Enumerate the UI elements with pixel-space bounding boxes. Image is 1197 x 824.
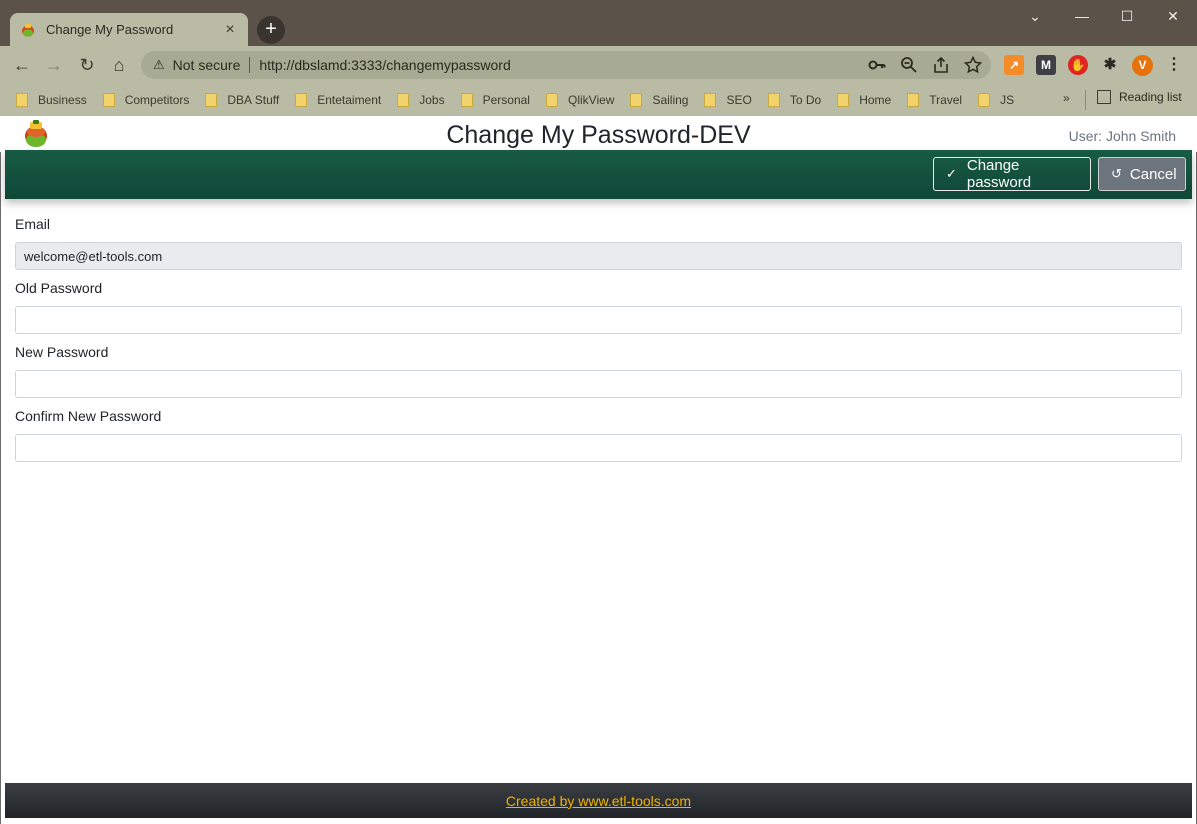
bookmark-competitors[interactable]: Competitors	[102, 93, 189, 107]
change-password-form: Email Old Password New Password Confirm …	[15, 214, 1182, 470]
bookmark-home[interactable]: Home	[837, 93, 891, 107]
change-password-button[interactable]: ✓ Change password	[933, 157, 1091, 191]
more-bookmarks-icon[interactable]: »	[1063, 91, 1070, 105]
tab-close-icon[interactable]: ×	[222, 21, 238, 39]
folder-icon	[205, 93, 218, 107]
check-icon: ✓	[946, 166, 957, 181]
cancel-label: Cancel	[1129, 165, 1177, 183]
cancel-button[interactable]: ↺ Cancel	[1098, 157, 1186, 191]
email-field[interactable]	[15, 242, 1182, 270]
profile-avatar-icon[interactable]: V	[1132, 55, 1153, 76]
folder-icon	[978, 93, 991, 107]
url-text[interactable]: http://dbslamd:3333/changemypassword	[259, 57, 510, 73]
analytics-extension-icon[interactable]: ↗	[1004, 55, 1024, 75]
folder-icon	[102, 93, 115, 107]
key-icon[interactable]	[867, 55, 887, 75]
bookmark-dba-stuff[interactable]: DBA Stuff	[205, 93, 279, 107]
reading-list-icon	[1097, 90, 1111, 104]
bookmark-to-do[interactable]: To Do	[767, 93, 821, 107]
page-title: Change My Password-DEV	[446, 121, 751, 149]
bookmark-personal[interactable]: Personal	[460, 93, 530, 107]
bookmark-travel[interactable]: Travel	[907, 93, 962, 107]
folder-icon	[907, 93, 920, 107]
tab-strip: Change My Password × + ⌄ — ☐ ✕	[0, 0, 1197, 46]
new-password-field[interactable]	[15, 370, 1182, 398]
share-icon[interactable]	[931, 55, 951, 75]
window-border-left	[0, 116, 1, 824]
footer: Created by www.etl-tools.com	[5, 783, 1192, 818]
forward-icon[interactable]: →	[42, 53, 66, 77]
bookmark-seo[interactable]: SEO	[704, 93, 752, 107]
warning-icon[interactable]: ⚠	[153, 57, 165, 73]
folder-icon	[545, 93, 558, 107]
folder-icon	[460, 93, 473, 107]
new-password-label: New Password	[15, 344, 109, 360]
old-password-label: Old Password	[15, 280, 103, 296]
user-label: User: John Smith	[1068, 128, 1176, 144]
undo-icon: ↺	[1111, 166, 1122, 181]
new-tab-button[interactable]: +	[257, 16, 285, 44]
action-bar: ✓ Change password ↺ Cancel	[5, 150, 1192, 199]
folder-icon	[630, 93, 643, 107]
folder-icon	[767, 93, 780, 107]
bookmark-qlikview[interactable]: QlikView	[545, 93, 614, 107]
browser-toolbar: ← → ↻ ⌂ ⚠ Not secure http://dbslamd:3333…	[0, 46, 1197, 84]
email-label: Email	[15, 216, 51, 232]
reading-list-button[interactable]: Reading list	[1097, 90, 1182, 104]
m-extension-icon[interactable]: M	[1036, 55, 1056, 75]
bookmark-sailing[interactable]: Sailing	[630, 93, 688, 107]
browser-menu-icon[interactable]: ⋮	[1164, 55, 1184, 75]
browser-tab[interactable]: Change My Password ×	[10, 13, 248, 46]
folder-icon	[837, 93, 850, 107]
minimize-icon[interactable]: —	[1070, 6, 1094, 26]
zoom-icon[interactable]	[899, 55, 919, 75]
bookmark-js[interactable]: JS	[978, 93, 1014, 107]
app-header: Change My Password-DEV User: John Smith	[0, 116, 1197, 152]
confirm-password-label: Confirm New Password	[15, 408, 162, 424]
folder-icon	[704, 93, 717, 107]
folder-icon	[397, 93, 410, 107]
address-bar[interactable]: ⚠ Not secure http://dbslamd:3333/changem…	[141, 51, 991, 79]
bookmark-entetaiment[interactable]: Entetaiment	[295, 93, 381, 107]
footer-link[interactable]: Created by www.etl-tools.com	[506, 793, 691, 809]
back-icon[interactable]: ←	[10, 53, 34, 77]
home-icon[interactable]: ⌂	[107, 53, 131, 77]
confirm-password-field[interactable]	[15, 434, 1182, 462]
tab-title: Change My Password	[46, 22, 174, 37]
close-window-icon[interactable]: ✕	[1161, 6, 1185, 26]
app-favicon-icon	[22, 23, 34, 36]
browser-chrome: Change My Password × + ⌄ — ☐ ✕ ← → ↻ ⌂ ⚠…	[0, 0, 1197, 116]
old-password-field[interactable]	[15, 306, 1182, 334]
puzzle-extension-icon[interactable]: ✱	[1100, 55, 1120, 75]
folder-icon	[295, 93, 308, 107]
tab-search-icon[interactable]: ⌄	[1023, 6, 1047, 26]
bookmarks-divider	[1085, 90, 1086, 110]
bookmark-business[interactable]: Business	[16, 93, 87, 107]
reload-icon[interactable]: ↻	[75, 53, 99, 77]
bookmark-jobs[interactable]: Jobs	[397, 93, 445, 107]
address-bar-icons	[867, 55, 983, 75]
star-icon[interactable]	[963, 55, 983, 75]
maximize-icon[interactable]: ☐	[1115, 6, 1139, 26]
bookmarks-bar: Business Competitors DBA Stuff Entetaime…	[0, 84, 1197, 116]
security-label[interactable]: Not secure	[173, 57, 241, 73]
change-password-label: Change password	[966, 157, 1032, 191]
stop-extension-icon[interactable]: ✋	[1068, 55, 1088, 75]
address-divider	[249, 57, 251, 73]
folder-icon	[16, 93, 28, 107]
